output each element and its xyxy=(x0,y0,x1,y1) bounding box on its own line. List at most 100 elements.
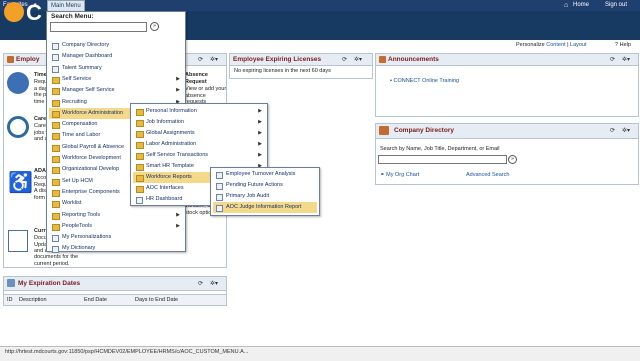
directory-icon xyxy=(379,126,389,135)
main-menu-item-my-personalizations[interactable]: My Personalizations xyxy=(49,232,183,243)
menu-search-button[interactable]: » xyxy=(150,22,159,31)
menu-item-label: Job Information xyxy=(146,119,184,125)
report-item-pending-future-actions[interactable]: Pending Future Actions xyxy=(213,180,317,191)
report-item-aoc-judge-information-report[interactable]: AOC Judge Information Report xyxy=(213,202,317,213)
announcements-title: Announcements xyxy=(388,56,439,63)
submenu-item-job-information[interactable]: Job Information ▶ xyxy=(133,117,265,128)
announcements-pagelet: Announcements ⟳ ✲▾ • CONNECT Online Trai… xyxy=(375,53,639,117)
personalize-bar: Personalize Content | Layout xyxy=(516,42,587,48)
folder-icon xyxy=(52,156,60,163)
chevron-right-icon: ▶ xyxy=(176,87,180,94)
menu-item-label: Company Directory xyxy=(62,42,110,48)
directory-search-button[interactable]: » xyxy=(508,155,517,164)
folder-icon xyxy=(52,88,60,96)
folder-icon xyxy=(52,167,60,175)
folder-icon xyxy=(136,186,144,193)
chevron-right-icon: ▶ xyxy=(176,211,180,218)
menu-item-label: Organizational Develop xyxy=(62,166,120,173)
advanced-search-link[interactable]: Advanced Search xyxy=(466,172,509,178)
main-menu-item-self-service[interactable]: Self Service ▶ xyxy=(49,74,183,85)
menu-item-label: Global Assignments xyxy=(146,130,195,136)
main-menu-item-reporting-tools[interactable]: Reporting Tools ▶ xyxy=(49,210,183,221)
menu-item-label: Worklist xyxy=(62,200,82,207)
report-item-employee-turnover-analysis[interactable]: Employee Turnover Analysis xyxy=(213,169,317,180)
menu-item-label: Labor Administration xyxy=(146,141,197,147)
menu-item-label: Primary Job Audit xyxy=(226,193,270,199)
chevron-right-icon: ▶ xyxy=(176,75,180,82)
directory-search-input[interactable] xyxy=(378,155,507,164)
folder-icon xyxy=(52,178,60,186)
settings-icon[interactable]: ✲▾ xyxy=(622,127,630,134)
refresh-icon[interactable]: ⟳ xyxy=(198,56,203,63)
expiring-text: No expiring licenses in the next 60 days xyxy=(234,68,331,74)
menu-item-label: AOC Interfaces xyxy=(146,185,184,191)
chevron-right-icon: ▶ xyxy=(258,119,262,125)
absence-request-link[interactable]: Absence Request xyxy=(185,72,223,85)
submenu-item-labor-administration[interactable]: Labor Administration ▶ xyxy=(133,139,265,150)
personalize-label: Personalize xyxy=(516,42,545,48)
settings-icon[interactable]: ✲▾ xyxy=(210,280,218,287)
menu-item-label: PeopleTools xyxy=(62,222,92,229)
folder-icon xyxy=(136,175,144,182)
workforce-reports-submenu: Employee Turnover Analysis Pending Future… xyxy=(210,167,320,216)
column-end-date: End Date xyxy=(84,297,107,303)
column-description: Description xyxy=(19,297,47,303)
submenu-item-self-service-transactions[interactable]: Self Service Transactions ▶ xyxy=(133,150,265,161)
pagelet-header: My Expiration Dates ⟳ ✲▾ xyxy=(4,277,226,291)
main-menu-item-manager-dashboard[interactable]: Manager Dashboard xyxy=(49,51,183,62)
main-menu-item-my-dictionary[interactable]: My Dictionary xyxy=(49,243,183,254)
sign-out-link[interactable]: Sign out xyxy=(605,2,627,8)
refresh-icon[interactable]: ⟳ xyxy=(198,280,203,287)
company-directory-pagelet: Company Directory ⟳ ✲▾ Search by Name, J… xyxy=(375,123,639,185)
status-url: http://hrtest.mdcourts.gov:11850/psp/HCM… xyxy=(5,349,249,355)
page-icon xyxy=(216,172,223,179)
pagelet-header: Announcements ⟳ ✲▾ xyxy=(376,54,638,66)
main-menu-item-peopletools[interactable]: PeopleTools ▶ xyxy=(49,221,183,232)
page-icon xyxy=(52,65,59,73)
announcement-item[interactable]: • CONNECT Online Training xyxy=(390,78,459,84)
accessibility-icon: ♿ xyxy=(8,172,33,194)
directory-search-label: Search by Name, Job Title, Department, o… xyxy=(380,146,500,152)
expiration-dates-pagelet: My Expiration Dates ⟳ ✲▾ ID Description … xyxy=(3,276,227,306)
ada-title[interactable]: ADA xyxy=(34,168,46,174)
document-icon xyxy=(8,230,28,252)
main-menu-item-manager-self-service[interactable]: Manager Self Service ▶ xyxy=(49,85,183,96)
my-org-chart-link[interactable]: ⚭ My Org Chart xyxy=(380,172,419,178)
menu-search-input[interactable] xyxy=(50,22,147,32)
folder-icon xyxy=(52,144,60,152)
column-days-to-end-date: Days to End Date xyxy=(135,297,179,303)
company-directory-title: Company Directory xyxy=(394,127,454,134)
refresh-icon[interactable]: ⟳ xyxy=(610,127,615,134)
refresh-icon[interactable]: ⟳ xyxy=(342,56,347,63)
folder-icon xyxy=(136,142,144,149)
menu-item-label: Compensation xyxy=(62,121,98,128)
help-link[interactable]: ? Help xyxy=(615,42,631,48)
home-icon[interactable]: ⌂ xyxy=(564,2,568,9)
page-icon xyxy=(216,194,223,201)
menu-item-label: Set Up HCM xyxy=(62,177,93,184)
logo-icon xyxy=(4,2,24,22)
time-title[interactable]: Time xyxy=(34,72,47,78)
page-icon xyxy=(52,235,59,243)
folder-icon xyxy=(52,223,60,231)
settings-icon[interactable]: ✲▾ xyxy=(210,56,218,63)
top-bar: Favorites ▾ Main Menu ⌂ Home Sign out xyxy=(0,0,640,12)
personalize-layout-link[interactable]: Layout xyxy=(570,42,587,48)
personalize-content-link[interactable]: Content xyxy=(546,42,565,48)
main-menu-item-talent-summary[interactable]: Talent Summary xyxy=(49,63,183,74)
expiration-icon xyxy=(7,279,15,287)
folder-icon xyxy=(136,153,144,160)
home-link[interactable]: Home xyxy=(573,2,589,8)
folder-icon xyxy=(136,109,144,116)
search-menu-label: Search Menu: xyxy=(51,13,94,20)
settings-icon[interactable]: ✲▾ xyxy=(354,56,362,63)
submenu-item-global-assignments[interactable]: Global Assignments ▶ xyxy=(133,128,265,139)
refresh-icon[interactable]: ⟳ xyxy=(610,56,615,63)
report-item-primary-job-audit[interactable]: Primary Job Audit xyxy=(213,191,317,202)
submenu-item-personal-information[interactable]: Personal Information ▶ xyxy=(133,106,265,117)
main-menu-item-company-directory[interactable]: Company Directory xyxy=(49,40,183,51)
menu-item-label: Talent Summary xyxy=(62,64,102,71)
menu-item-label: Global Payroll & Absence xyxy=(62,143,125,150)
folder-icon xyxy=(136,164,144,171)
settings-icon[interactable]: ✲▾ xyxy=(622,56,630,63)
